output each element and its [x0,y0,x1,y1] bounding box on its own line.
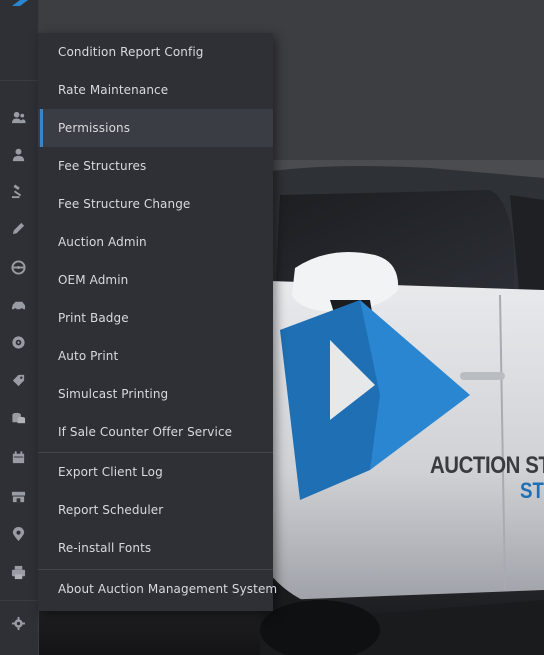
menu-item-label: Re-install Fonts [58,541,152,555]
tag-icon[interactable] [9,371,27,389]
printer-icon[interactable] [9,563,27,581]
menu-item-auto-print[interactable]: Auto Print [38,337,273,375]
menu-item-label: Fee Structures [58,159,147,173]
menu-item-report-scheduler[interactable]: Report Scheduler [38,491,273,529]
menu-item-label: Report Scheduler [58,503,164,517]
location-pin-icon[interactable] [9,525,27,543]
menu-item-fee-structure-change[interactable]: Fee Structure Change [38,185,273,223]
menu-item-label: OEM Admin [58,273,129,287]
menu-item-label: Condition Report Config [58,45,204,59]
menu-item-auction-admin[interactable]: Auction Admin [38,223,273,261]
menu-item-label: Export Client Log [58,465,163,479]
coins-icon[interactable] [9,409,27,427]
menu-item-export-client-log[interactable]: Export Client Log [38,453,273,491]
pencil-icon[interactable] [9,219,27,237]
menu-item-permissions[interactable]: Permissions [38,109,273,147]
app-screen: AUCTION ST ST Condition Report Config Ra… [0,0,544,655]
user-icon[interactable] [9,145,27,163]
menu-item-fee-structures[interactable]: Fee Structures [38,147,273,185]
menu-item-label: Auction Admin [58,235,147,249]
menu-item-if-sale-counter-offer-service[interactable]: If Sale Counter Offer Service [38,413,273,451]
disc-icon[interactable] [9,333,27,351]
menu-item-condition-report-config[interactable]: Condition Report Config [38,33,273,71]
menu-item-label: Fee Structure Change [58,197,191,211]
menu-item-oem-admin[interactable]: OEM Admin [38,261,273,299]
menu-item-label: Print Badge [58,311,129,325]
users-icon[interactable] [9,108,27,126]
admin-dropdown-menu: Condition Report Config Rate Maintenance… [38,33,277,611]
menu-item-label: If Sale Counter Offer Service [58,425,233,439]
gavel-icon[interactable] [9,182,27,200]
menu-item-label: Permissions [58,121,131,135]
vehicle-icon[interactable] [9,296,27,314]
menu-item-label: Rate Maintenance [58,83,169,97]
steering-wheel-icon[interactable] [9,258,27,276]
menu-item-about[interactable]: About Auction Management System [38,570,277,608]
menu-item-label: About Auction Management System [58,582,278,596]
logo-icon[interactable] [10,0,38,14]
gear-icon[interactable] [9,614,27,632]
left-sidebar [0,0,39,655]
sidebar-divider [0,80,38,81]
sidebar-divider-bottom [0,600,38,601]
menu-item-print-badge[interactable]: Print Badge [38,299,273,337]
storefront-icon[interactable] [9,487,27,505]
calendar-icon[interactable] [9,448,27,466]
menu-item-label: Auto Print [58,349,119,363]
menu-item-rate-maintenance[interactable]: Rate Maintenance [38,71,273,109]
menu-item-simulcast-printing[interactable]: Simulcast Printing [38,375,273,413]
menu-item-re-install-fonts[interactable]: Re-install Fonts [38,529,273,567]
menu-item-label: Simulcast Printing [58,387,169,401]
brand-text-line1: AUCTION ST [430,452,544,479]
brand-text-line2: ST [520,478,544,503]
